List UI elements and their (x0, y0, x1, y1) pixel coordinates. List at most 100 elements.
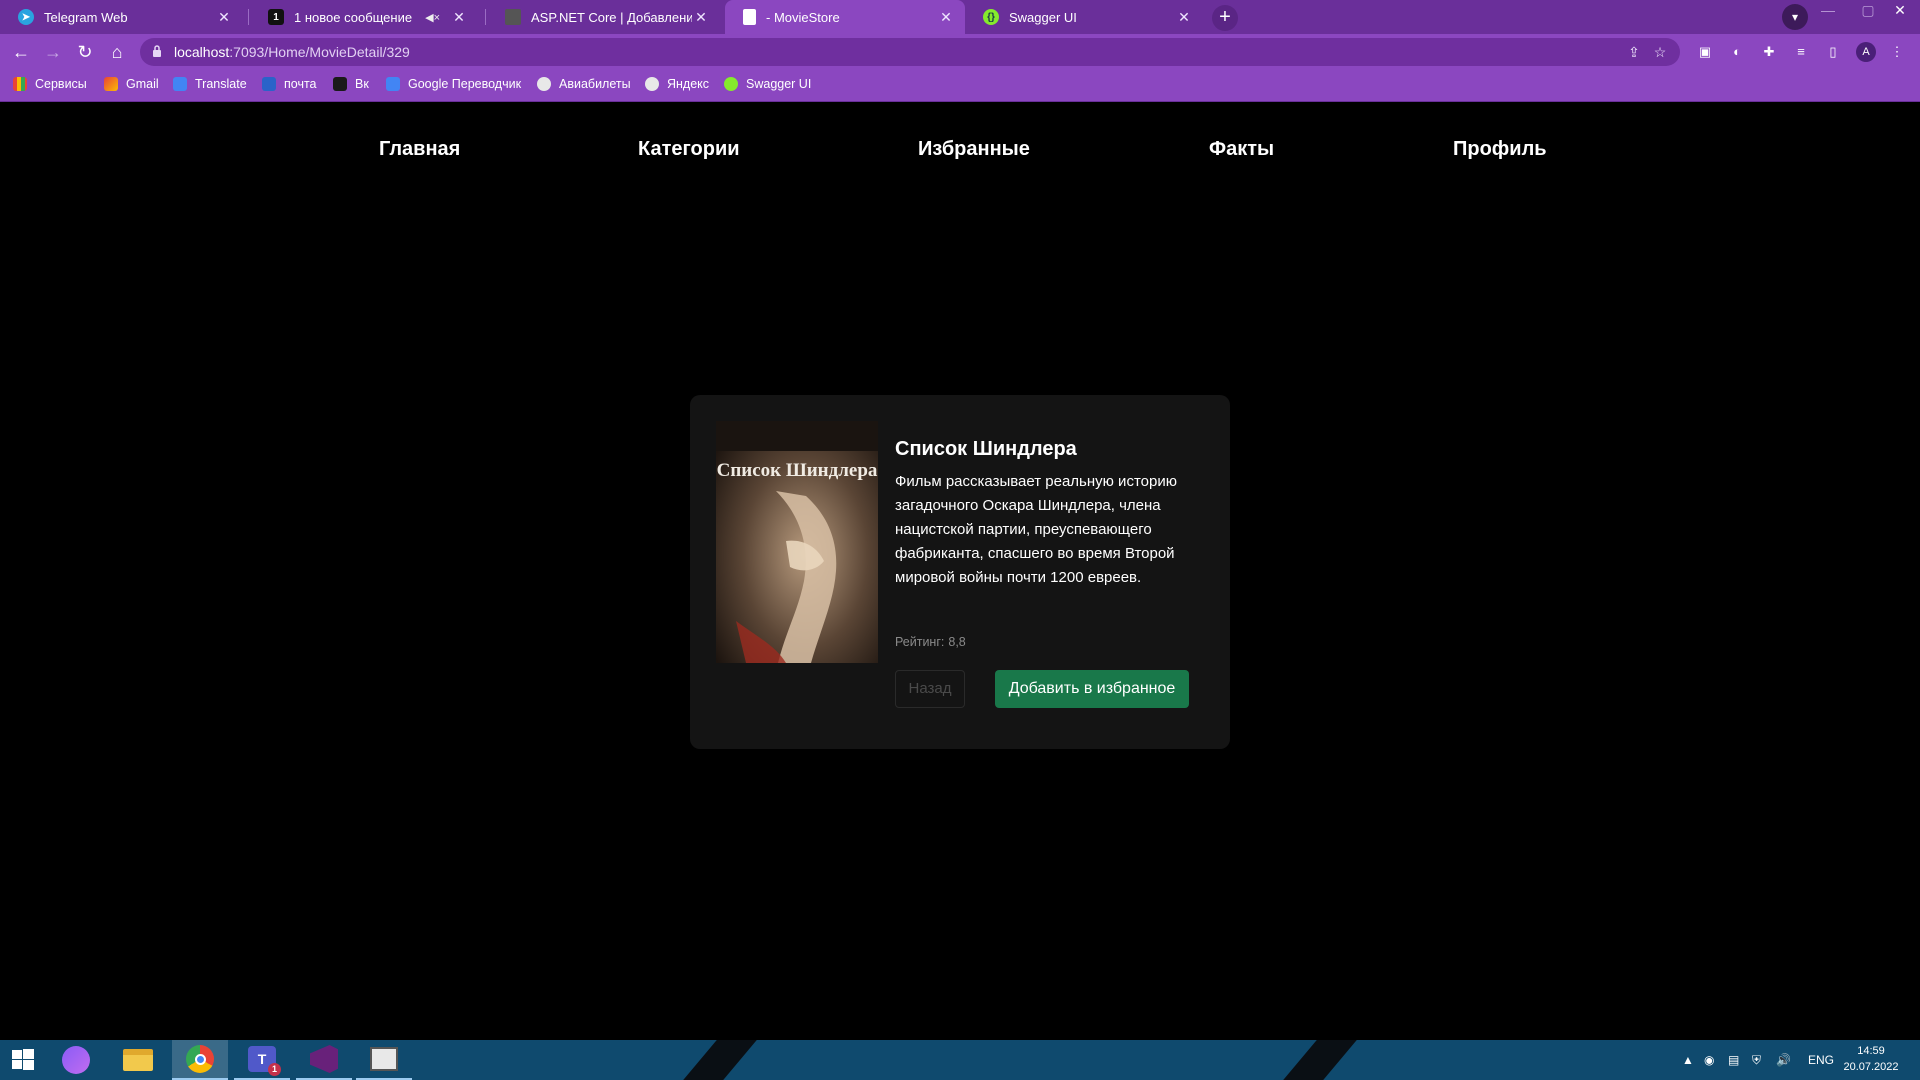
mail-icon (262, 77, 276, 91)
bookmark-google-translate[interactable]: Google Переводчик (386, 77, 521, 91)
close-icon[interactable]: ✕ (215, 9, 233, 26)
tab-title: Telegram Web (44, 9, 128, 25)
forward-arrow-icon[interactable]: → (41, 40, 65, 64)
apps-grid-icon (13, 77, 27, 91)
network-icon[interactable]: ▤ (1728, 1040, 1739, 1080)
bookmark-gmail[interactable]: Gmail (104, 77, 159, 91)
vk-icon (333, 77, 347, 91)
bookmark-label: Яндекс (667, 77, 710, 91)
url-path: :7093/Home/MovieDetail/329 (229, 44, 410, 60)
globe-icon (537, 77, 551, 91)
bookmark-swagger[interactable]: Swagger UI (724, 77, 811, 91)
movie-title: Список Шиндлера (895, 438, 1077, 460)
nav-favorites[interactable]: Избранные (918, 138, 1030, 161)
poster-title: Список Шиндлера (717, 460, 878, 481)
document-icon (505, 9, 521, 25)
bookmark-label: Вк (355, 77, 369, 91)
tab-title: 1 новое сообщение (294, 9, 413, 25)
share-icon[interactable]: ⇪ (1626, 44, 1642, 60)
alice-assistant-icon[interactable] (48, 1040, 104, 1080)
tab-separator (485, 9, 486, 25)
url-text[interactable]: localhost:7093/Home/MovieDetail/329 (174, 44, 410, 60)
minimize-icon[interactable]: — (1808, 0, 1848, 20)
clock-time: 14:59 (1857, 1045, 1885, 1057)
gmail-icon (104, 77, 118, 91)
volume-icon[interactable]: 🔊 (1776, 1040, 1791, 1080)
back-arrow-icon[interactable]: ← (9, 40, 33, 64)
bookmark-label: Сервисы (35, 77, 87, 91)
language-indicator[interactable]: ENG (1808, 1040, 1834, 1080)
bookmark-label: Gmail (126, 77, 159, 91)
home-icon[interactable]: ⌂ (105, 40, 129, 64)
wallpaper-stripe (1283, 1040, 1357, 1080)
poster-image: Список Шиндлера (716, 421, 878, 663)
side-panel-icon[interactable]: ▯ (1824, 43, 1842, 61)
page-content: Главная Категории Избранные Факты Профил… (0, 102, 1920, 1040)
bookmark-label: почта (284, 77, 317, 91)
windows-start-icon[interactable] (0, 1040, 46, 1080)
bookmark-label: Google Переводчик (408, 77, 522, 91)
close-icon[interactable]: ✕ (692, 9, 710, 26)
tab-separator (248, 9, 249, 25)
lock-icon[interactable] (152, 44, 162, 58)
movie-poster: Список Шиндлера (716, 421, 878, 663)
nav-home[interactable]: Главная (379, 138, 460, 161)
bookmark-label: Авиабилеты (559, 77, 631, 91)
window-close-icon[interactable]: ✕ (1880, 0, 1920, 20)
theme-extension-icon[interactable]: ◐ (1728, 43, 1746, 61)
tab-telegram[interactable]: ➤ Telegram Web ✕ (0, 0, 243, 34)
teams-taskbar-icon[interactable]: T1 (234, 1040, 290, 1080)
tab-moviestore[interactable]: - MovieStore ✕ (725, 0, 965, 34)
translate-icon (173, 77, 187, 91)
rating-label: Рейтинг: (895, 635, 945, 649)
tab-swagger[interactable]: {} Swagger UI ✕ (965, 0, 1203, 34)
nav-facts[interactable]: Факты (1209, 138, 1274, 161)
back-button[interactable]: Назад (895, 670, 965, 708)
reload-icon[interactable]: ↻ (73, 40, 97, 64)
bookmark-avia[interactable]: Авиабилеты (537, 77, 631, 91)
bookmark-mail[interactable]: почта (262, 77, 317, 91)
close-icon[interactable]: ✕ (937, 9, 955, 26)
puzzle-icon[interactable]: ✚ (1760, 43, 1778, 61)
address-bar[interactable]: localhost:7093/Home/MovieDetail/329 ⇪ ☆ (140, 38, 1680, 66)
tab-aspnet[interactable]: ASP.NET Core | Добавление метаданных ✕ (487, 0, 720, 34)
speaker-muted-icon[interactable]: ◀× (425, 11, 440, 24)
nav-profile[interactable]: Профиль (1453, 138, 1547, 161)
teams-badge: 1 (268, 1063, 281, 1076)
rating-value: 8,8 (948, 635, 966, 649)
tab-search-button[interactable]: ▾ (1782, 4, 1808, 30)
bookmark-services[interactable]: Сервисы (13, 77, 87, 91)
clock-date: 20.07.2022 (1843, 1061, 1899, 1073)
movie-rating: Рейтинг: 8,8 (895, 635, 966, 649)
tab-title: ASP.NET Core | Добавление метаданных (531, 9, 692, 25)
security-icon[interactable]: ⛨ (1752, 1040, 1761, 1080)
browser-toolbar: ← → ↻ ⌂ localhost:7093/Home/MovieDetail/… (0, 34, 1920, 70)
media-control-icon[interactable]: ≡ (1792, 43, 1810, 61)
tab-new-message[interactable]: 1 1 новое сообщение ◀× ✕ (250, 0, 478, 34)
visual-studio-icon[interactable] (296, 1040, 352, 1080)
notification-icon: 1 (268, 9, 284, 25)
google-translate-icon (386, 77, 400, 91)
close-icon[interactable]: ✕ (450, 9, 468, 26)
kebab-menu-icon[interactable]: ⋮ (1888, 43, 1906, 61)
bookmark-label: Translate (195, 77, 247, 91)
chrome-taskbar-icon[interactable] (172, 1040, 228, 1080)
add-to-favorites-button[interactable]: Добавить в избранное (995, 670, 1189, 708)
system-clock[interactable]: 14:59 20.07.2022 (1836, 1043, 1906, 1075)
bookmark-translate[interactable]: Translate (173, 77, 247, 91)
tray-show-hidden-icon[interactable]: ▲ (1682, 1040, 1694, 1080)
star-icon[interactable]: ☆ (1652, 44, 1668, 60)
profile-avatar[interactable]: A (1856, 42, 1876, 62)
new-tab-button[interactable]: + (1212, 5, 1238, 31)
tab-title: Swagger UI (1009, 9, 1077, 25)
file-explorer-icon[interactable] (110, 1040, 166, 1080)
extension-icon[interactable]: ▣ (1696, 43, 1714, 61)
close-icon[interactable]: ✕ (1175, 9, 1193, 26)
bookmark-vk[interactable]: Вк (333, 77, 369, 91)
nav-categories[interactable]: Категории (638, 138, 740, 161)
app-window-icon[interactable] (356, 1040, 412, 1080)
tray-app-icon[interactable]: ◉ (1704, 1040, 1714, 1080)
swagger-icon: {} (983, 9, 999, 25)
site-nav: Главная Категории Избранные Факты Профил… (0, 138, 1920, 168)
bookmark-yandex[interactable]: Яндекс (645, 77, 709, 91)
